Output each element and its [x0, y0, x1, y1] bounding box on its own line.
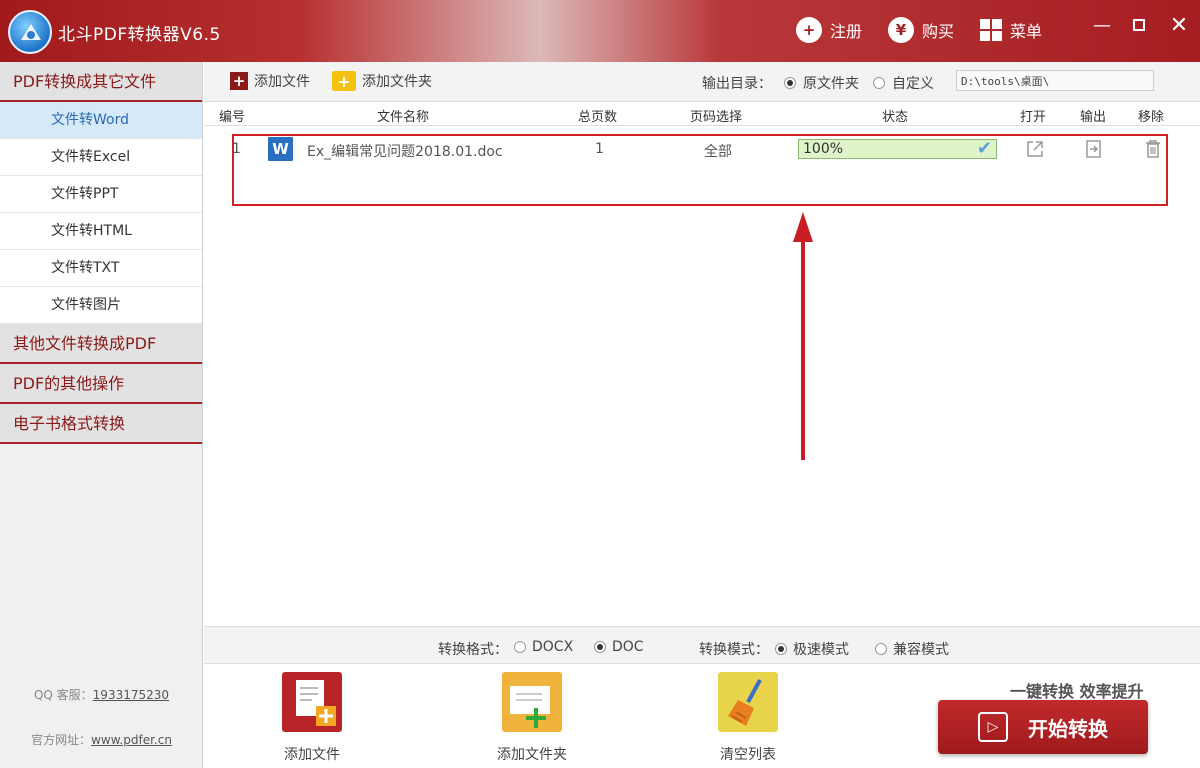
clear-list-button[interactable]: 清空列表 — [698, 672, 798, 764]
yen-icon: ¥ — [888, 17, 914, 43]
category-ebook[interactable]: 电子书格式转换 — [0, 404, 202, 444]
official-site: 官方网址：www.pdfer.cn — [0, 731, 203, 748]
slogan: 一键转换 效率提升 — [1010, 682, 1144, 701]
row-num: 1 — [232, 141, 241, 157]
start-convert-label: 开始转换 — [1028, 716, 1108, 741]
register-button[interactable]: + 注册 — [796, 16, 862, 44]
radio-icon — [775, 643, 787, 655]
register-label: 注册 — [830, 22, 863, 41]
output-dir-label: 输出目录： — [702, 76, 772, 92]
sidebar-item-word[interactable]: 文件转Word — [0, 102, 202, 139]
radio-icon — [875, 643, 887, 655]
col-page-select: 页码选择 — [690, 110, 743, 125]
clear-list-label: 清空列表 — [720, 747, 776, 763]
mode-label: 转换模式： — [699, 642, 769, 658]
checkmark-icon: ✔ — [976, 138, 992, 159]
start-convert-button[interactable]: ▷ 开始转换 — [938, 700, 1148, 754]
add-folder-tool-label: 添加文件夹 — [362, 74, 432, 90]
sidebar: PDF转换成其它文件 文件转Word 文件转Excel 文件转PPT 文件转HT… — [0, 62, 203, 768]
qq-label: QQ 客服： — [33, 688, 93, 702]
add-file-icon — [282, 672, 342, 732]
user-add-icon: + — [796, 17, 822, 43]
title-bar: 北斗PDF转换器V6.5 + 注册 ¥ 购买 菜单 — ✕ — [0, 0, 1200, 62]
conversion-options-bar: 转换格式： DOCX DOC 转换模式： 极速模式 兼容模式 — [204, 626, 1200, 664]
radio-icon — [594, 641, 606, 653]
output-original-label: 原文件夹 — [803, 76, 859, 92]
sidebar-item-excel[interactable]: 文件转Excel — [0, 139, 202, 176]
add-file-big-button[interactable]: 添加文件 — [262, 672, 362, 764]
file-table-header: 编号 文件名称 总页数 页码选择 状态 打开 输出 移除 — [204, 102, 1200, 126]
broom-icon — [718, 672, 778, 732]
play-icon: ▷ — [978, 712, 1008, 742]
category-pdf-to-other[interactable]: PDF转换成其它文件 — [0, 62, 202, 102]
buy-label: 购买 — [922, 22, 955, 41]
menu-label: 菜单 — [1010, 22, 1043, 41]
format-doc-radio[interactable]: DOC — [594, 639, 644, 655]
radio-icon — [514, 641, 526, 653]
col-status: 状态 — [882, 110, 909, 125]
output-original-radio[interactable]: 原文件夹 — [784, 73, 859, 93]
add-folder-icon — [502, 672, 562, 732]
col-pages: 总页数 — [578, 110, 618, 125]
row-page-select[interactable]: 全部 — [704, 141, 732, 161]
qq-link[interactable]: 1933175230 — [93, 688, 169, 702]
category-other-to-pdf[interactable]: 其他文件转换成PDF — [0, 324, 202, 364]
format-docx-radio[interactable]: DOCX — [514, 639, 573, 655]
radio-icon — [784, 77, 796, 89]
add-file-big-label: 添加文件 — [284, 747, 340, 763]
status-progress-bar: 100% ✔ — [798, 138, 997, 159]
mode-fast-label: 极速模式 — [793, 642, 849, 658]
mode-compat-label: 兼容模式 — [893, 642, 949, 658]
category-pdf-ops[interactable]: PDF的其他操作 — [0, 364, 202, 404]
mode-compat-radio[interactable]: 兼容模式 — [875, 639, 949, 659]
format-label: 转换格式： — [438, 642, 508, 658]
sidebar-item-image[interactable]: 文件转图片 — [0, 287, 202, 324]
mode-fast-radio[interactable]: 极速模式 — [775, 639, 849, 659]
qq-support: QQ 客服：1933175230 — [0, 686, 203, 703]
add-folder-tool-button[interactable]: + 添加文件夹 — [332, 71, 432, 91]
output-custom-radio[interactable]: 自定义 — [873, 73, 934, 93]
open-external-icon[interactable] — [1025, 139, 1045, 163]
buy-button[interactable]: ¥ 购买 — [888, 16, 954, 44]
add-folder-icon: + — [332, 71, 356, 91]
add-file-tool-label: 添加文件 — [254, 74, 310, 90]
output-path-input[interactable]: D:\tools\桌面\ — [956, 70, 1154, 91]
grid-menu-icon — [980, 19, 1002, 41]
add-folder-big-label: 添加文件夹 — [497, 747, 567, 763]
word-file-icon: W — [268, 137, 293, 161]
add-file-tool-button[interactable]: + 添加文件 — [230, 71, 310, 91]
close-button[interactable]: ✕ — [1168, 13, 1190, 38]
format-docx-label: DOCX — [532, 639, 574, 655]
col-remove: 移除 — [1138, 110, 1165, 125]
maximize-button[interactable] — [1128, 14, 1150, 36]
add-file-icon: + — [230, 72, 248, 90]
minimize-button[interactable]: — — [1091, 14, 1113, 36]
col-name: 文件名称 — [377, 110, 430, 125]
app-logo-icon — [8, 10, 52, 54]
col-output: 输出 — [1080, 110, 1107, 125]
toolbar: + 添加文件 + 添加文件夹 输出目录： 原文件夹 自定义 D:\tools\桌… — [204, 62, 1200, 102]
trash-icon[interactable] — [1144, 139, 1162, 163]
row-file-name: Ex_编辑常见问题2018.01.doc — [307, 144, 503, 160]
site-link[interactable]: www.pdfer.cn — [91, 733, 172, 747]
output-custom-label: 自定义 — [892, 76, 934, 92]
radio-icon — [873, 77, 885, 89]
app-title: 北斗PDF转换器V6.5 — [58, 25, 221, 45]
format-doc-label: DOC — [612, 639, 644, 655]
col-num: 编号 — [219, 110, 246, 125]
site-label: 官方网址： — [31, 733, 92, 747]
bottom-action-bar: 添加文件 添加文件夹 清空列表 一键转换 效率提升 ▷ 开始转换 — [204, 664, 1200, 768]
sidebar-item-txt[interactable]: 文件转TXT — [0, 250, 202, 287]
output-folder-icon[interactable] — [1085, 139, 1103, 163]
annotation-arrow-icon — [793, 212, 813, 460]
status-percent: 100% — [803, 141, 844, 157]
menu-button[interactable]: 菜单 — [980, 16, 1042, 44]
add-folder-big-button[interactable]: 添加文件夹 — [482, 672, 582, 764]
row-pages: 1 — [595, 141, 604, 157]
col-open: 打开 — [1020, 110, 1047, 125]
sidebar-item-ppt[interactable]: 文件转PPT — [0, 176, 202, 213]
sidebar-item-html[interactable]: 文件转HTML — [0, 213, 202, 250]
